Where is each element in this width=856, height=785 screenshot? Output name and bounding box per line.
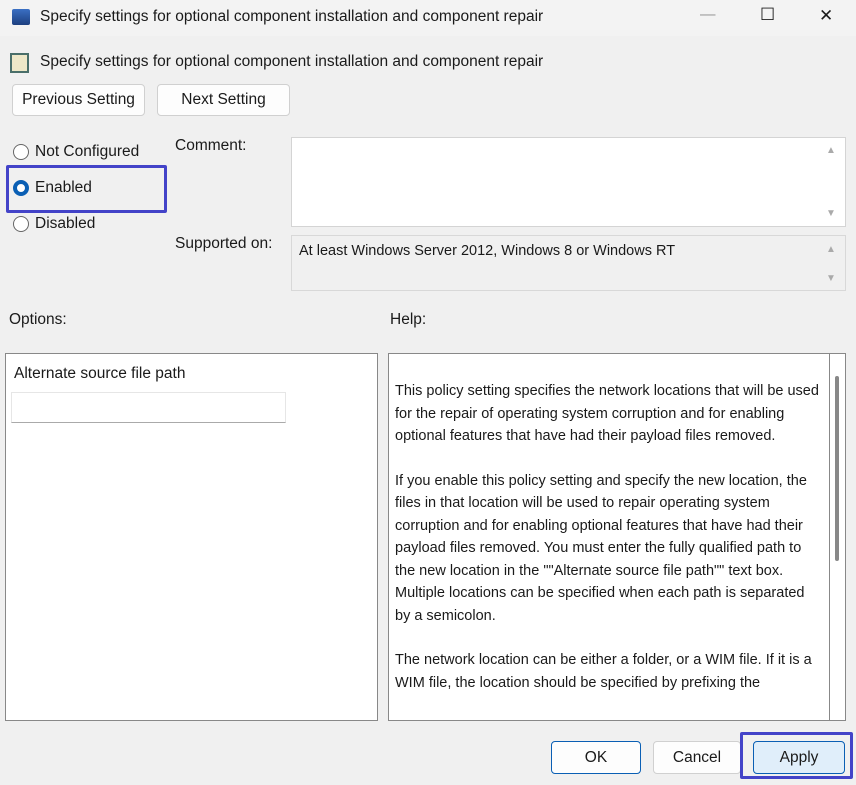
- scroll-up-icon[interactable]: ▲: [826, 244, 850, 255]
- window-title: Specify settings for optional component …: [40, 8, 544, 25]
- close-button[interactable]: ✕: [819, 6, 833, 26]
- app-icon: [12, 9, 30, 25]
- cancel-button[interactable]: Cancel: [653, 741, 741, 774]
- help-paragraph: This policy setting specifies the networ…: [395, 383, 819, 444]
- options-panel: Alternate source file path: [5, 353, 378, 721]
- help-scrollbar-thumb[interactable]: [835, 376, 839, 561]
- highlight-enabled: [6, 165, 167, 213]
- help-paragraph: If you enable this policy setting and sp…: [395, 472, 807, 624]
- scroll-down-icon[interactable]: ▼: [826, 273, 850, 284]
- help-paragraph: The network location can be either a fol…: [395, 652, 812, 691]
- radio-circle: [13, 216, 29, 232]
- alternate-source-label: Alternate source file path: [14, 365, 186, 382]
- ok-button[interactable]: OK: [551, 741, 641, 774]
- next-setting-button[interactable]: Next Setting: [157, 84, 290, 116]
- help-label: Help:: [390, 311, 427, 328]
- alternate-source-input[interactable]: [11, 392, 286, 423]
- minimize-button[interactable]: —: [700, 6, 716, 24]
- highlight-apply: [740, 732, 853, 779]
- help-panel: This policy setting specifies the networ…: [388, 353, 830, 721]
- help-scrollbar[interactable]: [830, 353, 846, 721]
- scroll-down-icon[interactable]: ▼: [826, 208, 850, 219]
- supported-on-field: At least Windows Server 2012, Windows 8 …: [291, 235, 846, 291]
- comment-textarea[interactable]: [291, 137, 846, 227]
- comment-label: Comment:: [175, 137, 247, 154]
- supported-label: Supported on:: [175, 235, 273, 252]
- policy-icon: [10, 53, 29, 73]
- radio-circle: [13, 144, 29, 160]
- radio-not-configured[interactable]: Not Configured: [13, 143, 139, 161]
- scroll-up-icon[interactable]: ▲: [826, 145, 850, 156]
- maximize-button[interactable]: ☐: [760, 5, 775, 25]
- options-label: Options:: [9, 311, 67, 328]
- policy-title: Specify settings for optional component …: [40, 53, 544, 70]
- title-bar: Specify settings for optional component …: [0, 0, 856, 36]
- previous-setting-button[interactable]: Previous Setting: [12, 84, 145, 116]
- radio-disabled[interactable]: Disabled: [13, 215, 95, 233]
